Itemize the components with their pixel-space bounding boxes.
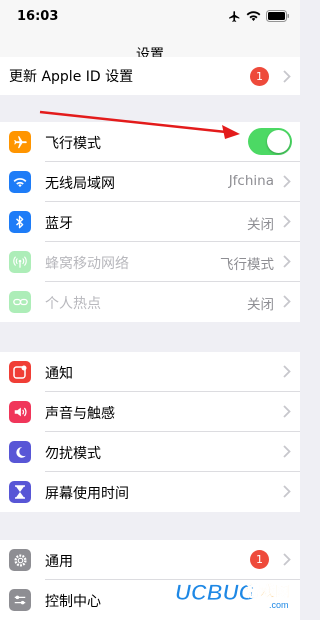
alerts-group: 通知 声音与触感 勿扰模式 屏幕使用时间 xyxy=(0,352,300,512)
hotspot-row[interactable]: 个人热点 关闭 xyxy=(0,282,300,322)
gear-icon xyxy=(9,549,31,571)
svg-text:游戏网: 游戏网 xyxy=(245,582,290,600)
chevron-right-icon xyxy=(283,553,291,566)
bluetooth-icon xyxy=(9,211,31,233)
chevron-right-icon xyxy=(283,485,291,498)
hotspot-label: 个人热点 xyxy=(45,296,101,312)
chevron-right-icon xyxy=(283,255,291,268)
annotation-arrow xyxy=(39,110,240,139)
cellular-row[interactable]: 蜂窝移动网络 飞行模式 xyxy=(0,242,300,282)
control-center-label: 控制中心 xyxy=(45,594,101,610)
hourglass-icon xyxy=(9,481,31,503)
chevron-right-icon xyxy=(283,295,291,308)
bluetooth-row[interactable]: 蓝牙 关闭 xyxy=(0,202,300,242)
cellular-icon xyxy=(9,251,31,273)
notifications-row[interactable]: 通知 xyxy=(0,352,300,392)
hotspot-icon xyxy=(9,291,31,313)
notifications-icon xyxy=(9,361,31,383)
general-badge: 1 xyxy=(250,550,269,569)
cellular-label: 蜂窝移动网络 xyxy=(45,256,129,272)
sounds-icon xyxy=(9,401,31,423)
bluetooth-value: 关闭 xyxy=(247,217,274,233)
chevron-right-icon xyxy=(283,215,291,228)
do-not-disturb-row[interactable]: 勿扰模式 xyxy=(0,432,300,472)
sounds-label: 声音与触感 xyxy=(45,406,115,422)
control-center-icon xyxy=(9,589,31,611)
bluetooth-label: 蓝牙 xyxy=(45,216,73,232)
moon-icon xyxy=(9,441,31,463)
chevron-right-icon xyxy=(283,445,291,458)
notifications-label: 通知 xyxy=(45,366,73,382)
do-not-disturb-label: 勿扰模式 xyxy=(45,446,101,462)
hotspot-value: 关闭 xyxy=(247,297,274,313)
watermark-logo: UCBUG 游戏网 .com xyxy=(175,580,290,610)
svg-text:UCBUG: UCBUG xyxy=(175,580,256,605)
svg-text:.com: .com xyxy=(269,600,289,610)
chevron-right-icon xyxy=(283,405,291,418)
screen-time-row[interactable]: 屏幕使用时间 xyxy=(0,472,300,512)
cellular-value: 飞行模式 xyxy=(220,257,274,273)
general-label: 通用 xyxy=(45,554,73,570)
chevron-right-icon xyxy=(283,365,291,378)
sounds-row[interactable]: 声音与触感 xyxy=(0,392,300,432)
screen-time-label: 屏幕使用时间 xyxy=(45,486,129,502)
